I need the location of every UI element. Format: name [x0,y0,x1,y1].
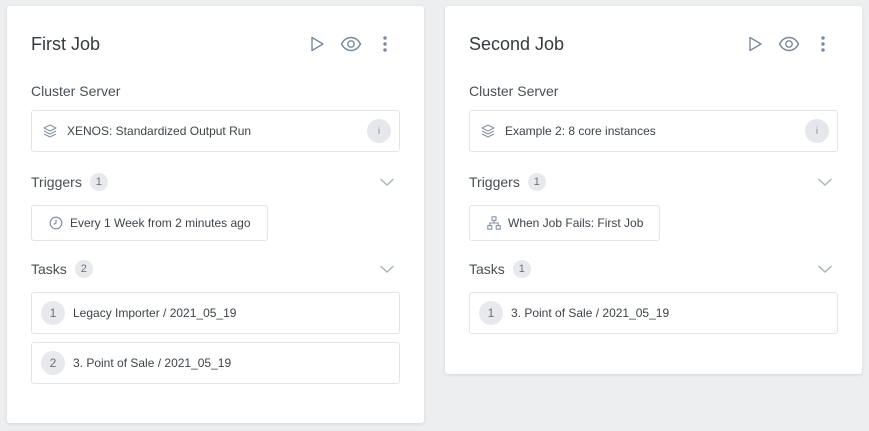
info-icon[interactable]: i [805,119,829,143]
triggers-section-header[interactable]: Triggers 1 [31,171,400,193]
triggers-label: Triggers [31,174,82,190]
job-title: First Job [31,33,101,54]
play-icon[interactable] [305,32,329,56]
task-item[interactable]: 2 3. Point of Sale / 2021_05_19 [31,342,400,384]
task-label: Legacy Importer / 2021_05_19 [73,306,237,320]
job-actions [305,32,397,56]
cluster-server-value: Example 2: 8 core instances [505,124,656,138]
task-number-badge: 2 [41,351,65,375]
chevron-down-icon[interactable] [376,171,398,193]
job-title: Second Job [469,33,565,54]
triggers-section-header[interactable]: Triggers 1 [469,171,838,193]
task-label: 3. Point of Sale / 2021_05_19 [511,306,670,320]
info-icon[interactable]: i [367,119,391,143]
cluster-server-field[interactable]: XENOS: Standardized Output Run i [31,110,400,152]
chevron-down-icon[interactable] [814,171,836,193]
cluster-server-label: Cluster Server [469,83,559,99]
chevron-down-icon[interactable] [814,258,836,280]
eye-icon[interactable] [339,32,363,56]
trigger-item[interactable]: Every 1 Week from 2 minutes ago [31,205,268,241]
trigger-label: When Job Fails: First Job [508,216,644,230]
job-actions [743,32,835,56]
cluster-server-value: XENOS: Standardized Output Run [67,124,252,138]
task-list: 1 3. Point of Sale / 2021_05_19 [469,292,838,334]
job-card-header: Second Job [469,6,838,82]
task-number-badge: 1 [41,301,65,325]
more-vertical-icon[interactable] [811,32,835,56]
cluster-server-field[interactable]: Example 2: 8 core instances i [469,110,838,152]
more-vertical-icon[interactable] [373,32,397,56]
tasks-label: Tasks [31,261,67,277]
hierarchy-icon [487,216,501,230]
triggers-count-badge: 1 [89,173,108,191]
tasks-section-header[interactable]: Tasks 2 [31,258,400,280]
layers-icon [42,123,58,139]
task-number-badge: 1 [479,301,503,325]
trigger-item[interactable]: When Job Fails: First Job [469,205,661,241]
layers-icon [480,123,496,139]
task-item[interactable]: 1 3. Point of Sale / 2021_05_19 [469,292,838,334]
task-label: 3. Point of Sale / 2021_05_19 [73,356,232,370]
job-card-second: Second Job Cluster Server Example 2: 8 c… [445,6,862,374]
tasks-section-header[interactable]: Tasks 1 [469,258,838,280]
eye-icon[interactable] [777,32,801,56]
trigger-label: Every 1 Week from 2 minutes ago [70,216,251,230]
play-icon[interactable] [743,32,767,56]
tasks-count-badge: 1 [512,260,531,278]
task-list: 1 Legacy Importer / 2021_05_19 2 3. Poin… [31,292,400,384]
chevron-down-icon[interactable] [376,258,398,280]
tasks-label: Tasks [469,261,505,277]
tasks-count-badge: 2 [74,260,93,278]
triggers-label: Triggers [469,174,520,190]
task-item[interactable]: 1 Legacy Importer / 2021_05_19 [31,292,400,334]
cluster-server-label: Cluster Server [31,83,121,99]
job-card-header: First Job [31,6,400,82]
clock-icon [49,216,63,230]
job-card-first: First Job Cluster Server XENOS: Standard… [7,6,424,423]
triggers-count-badge: 1 [527,173,546,191]
